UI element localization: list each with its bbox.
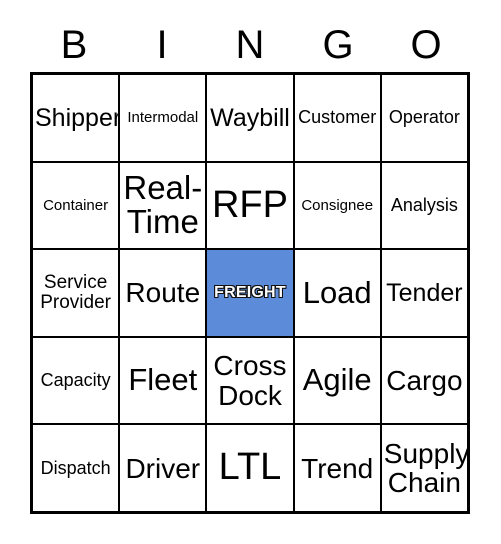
bingo-cell[interactable]: Service Provider [33, 250, 119, 336]
bingo-cell-label: Service Provider [40, 272, 111, 313]
bingo-cell-label: Fleet [128, 362, 198, 398]
bingo-cell-label: Analysis [390, 195, 458, 216]
bingo-cell[interactable]: Capacity [33, 337, 119, 424]
bingo-cell-label: Dispatch [40, 457, 111, 478]
bingo-header-letter-n: N [235, 23, 265, 67]
bingo-grid: Shipper Intermodal Waybill Customer Operator… [30, 72, 470, 514]
bingo-cell-label: Customer [298, 107, 377, 128]
bingo-cell-label: Operator [388, 107, 460, 128]
bingo-card: B I N G O Shipper Intermodal Waybill Custom… [0, 0, 501, 544]
bingo-cell-label: Waybill [210, 103, 290, 132]
bingo-cell-label: Load [302, 274, 372, 310]
bingo-cell[interactable]: Driver [120, 425, 206, 511]
bingo-cell[interactable]: Consignee [294, 162, 380, 249]
bingo-cell-label: Route [125, 277, 201, 309]
bingo-cell[interactable]: Supply Chain [381, 425, 467, 511]
bingo-cell-label: Tender [386, 278, 463, 307]
bingo-header-letter-i: I [156, 23, 168, 67]
bingo-cell-label: Supply Chain [383, 438, 467, 499]
bingo-cell[interactable]: Waybill [207, 75, 293, 161]
bingo-cell[interactable]: Load [294, 250, 380, 336]
bingo-cell[interactable]: Cross Dock [207, 337, 293, 424]
bingo-cell-label: Trend [301, 452, 374, 484]
bingo-cell-label: RFP [211, 183, 288, 226]
bingo-header-row: B I N G O [30, 18, 470, 72]
bingo-cell[interactable]: Route [120, 250, 206, 336]
bingo-cell[interactable]: Dispatch [33, 425, 119, 511]
bingo-cell-label: FREIGHT [213, 283, 286, 301]
bingo-cell-label: Cross Dock [213, 350, 287, 411]
bingo-cell-label: Real-Time [123, 169, 203, 241]
bingo-header-letter-g: G [322, 23, 354, 67]
bingo-cell-label: Cargo [386, 365, 463, 397]
bingo-cell[interactable]: LTL [207, 425, 293, 511]
bingo-cell-label: Capacity [40, 370, 111, 391]
bingo-cell[interactable]: Fleet [120, 337, 206, 424]
bingo-cell[interactable]: Real-Time [120, 162, 206, 249]
bingo-cell[interactable]: Analysis [381, 162, 467, 249]
bingo-header-letter-o: O [410, 23, 442, 67]
bingo-cell[interactable]: Operator [381, 75, 467, 161]
bingo-cell[interactable]: Customer [294, 75, 380, 161]
bingo-cell[interactable]: Tender [381, 250, 467, 336]
bingo-cell-label: Agile [302, 362, 372, 398]
bingo-cell[interactable]: Shipper [33, 75, 119, 161]
bingo-cell-marked[interactable]: FREIGHT [207, 250, 293, 336]
bingo-cell[interactable]: Cargo [381, 337, 467, 424]
bingo-header-letter-b: B [60, 23, 88, 67]
bingo-cell-label: Container [43, 196, 109, 214]
bingo-cell[interactable]: Trend [294, 425, 380, 511]
bingo-cell-label: LTL [218, 446, 282, 489]
bingo-cell[interactable]: Intermodal [120, 75, 206, 161]
bingo-cell-label: Consignee [301, 196, 374, 214]
bingo-cell[interactable]: RFP [207, 162, 293, 249]
bingo-cell-label: Driver [125, 452, 201, 484]
bingo-cell[interactable]: Agile [294, 337, 380, 424]
bingo-cell-label: Intermodal [127, 109, 199, 126]
bingo-cell[interactable]: Container [33, 162, 119, 249]
bingo-cell-label: Shipper [35, 103, 119, 132]
